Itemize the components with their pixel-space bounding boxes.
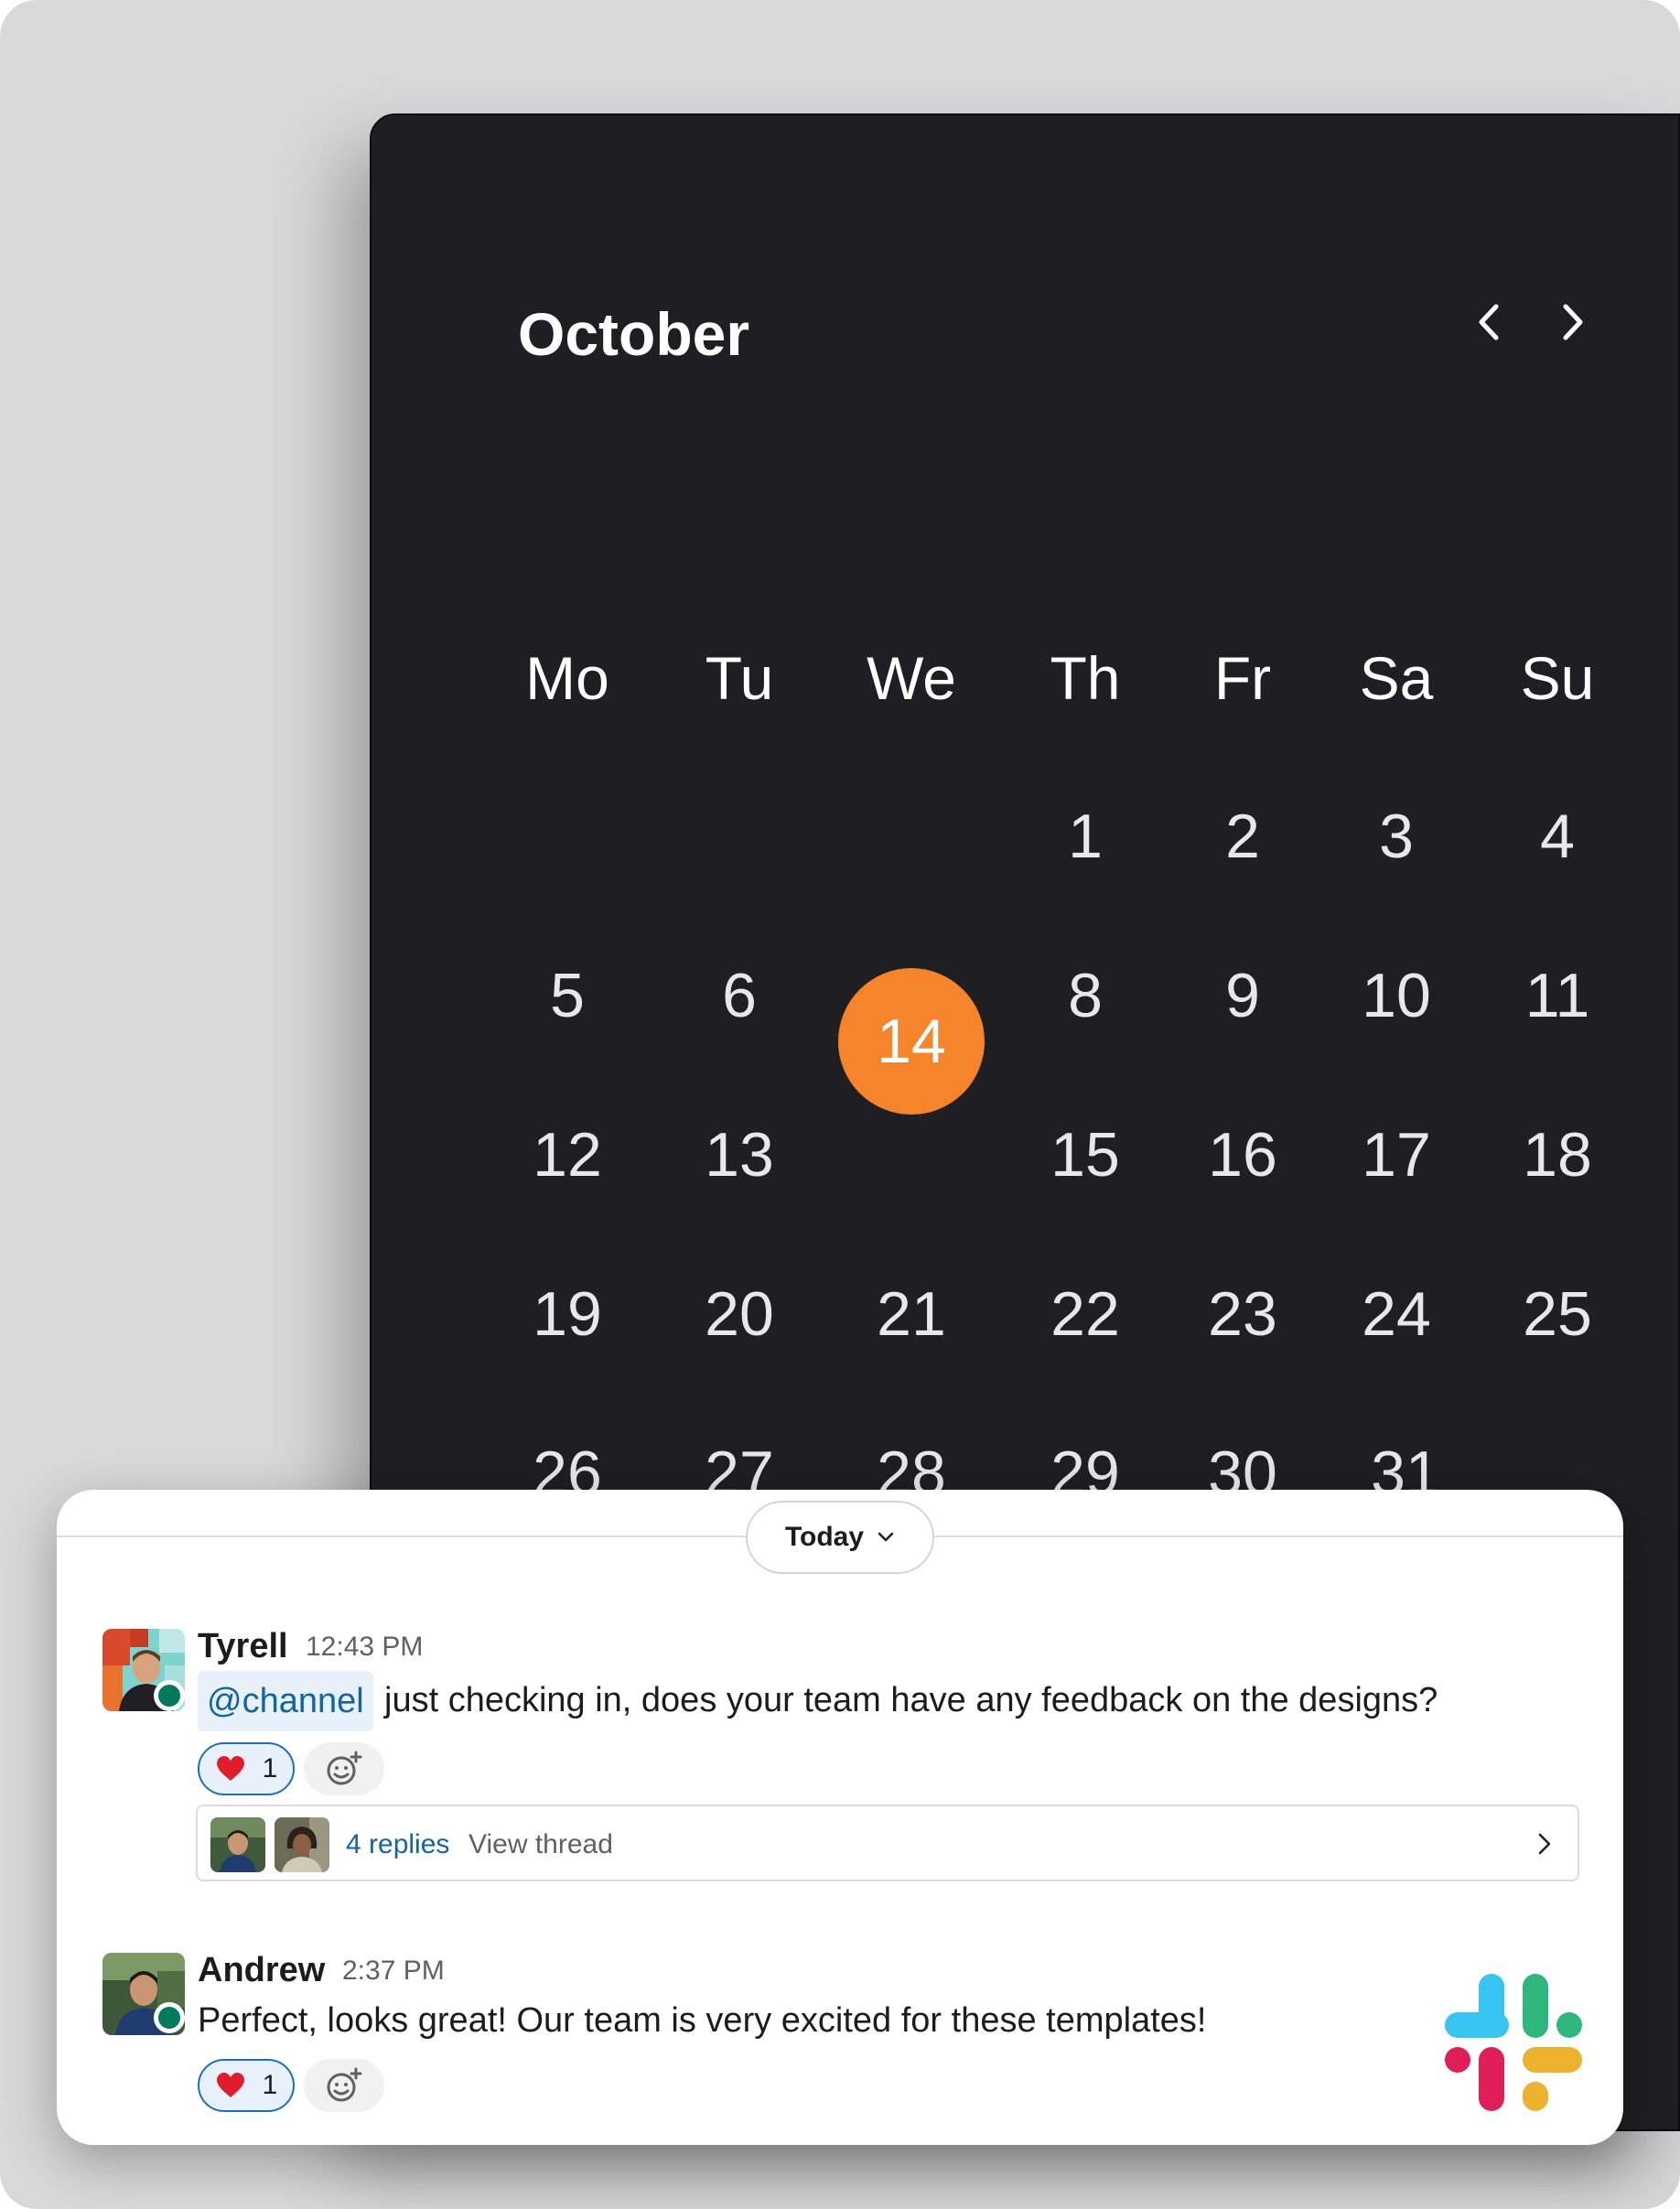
calendar-month-title: October — [518, 300, 750, 368]
calendar-day[interactable]: 19 — [499, 1283, 636, 1345]
calendar-day[interactable]: 13 — [671, 1124, 808, 1186]
thread-participant-avatar — [210, 1817, 265, 1872]
calendar-day[interactable]: 10 — [1328, 964, 1465, 1027]
calendar-day[interactable]: 5 — [499, 964, 636, 1027]
presence-online-indicator — [154, 1680, 185, 1711]
calendar-day[interactable]: 11 — [1489, 964, 1626, 1027]
view-thread-link[interactable]: View thread — [468, 1828, 613, 1861]
heart-icon — [216, 1756, 244, 1781]
avatar-photo-andrew — [210, 1817, 265, 1872]
weekday-monday: Mo — [525, 644, 609, 712]
date-divider-button[interactable]: Today — [746, 1501, 934, 1574]
channel-mention[interactable]: @channel — [198, 1671, 373, 1731]
calendar-day[interactable]: 17 — [1328, 1124, 1465, 1186]
reaction-count: 1 — [262, 1753, 278, 1783]
thread-replies-bar[interactable]: 4 replies View thread — [196, 1805, 1579, 1881]
calendar-day[interactable]: 9 — [1174, 964, 1311, 1027]
weekday-friday: Fr — [1213, 644, 1272, 712]
message-timestamp[interactable]: 12:43 PM — [306, 1633, 423, 1661]
thread-replies-count[interactable]: 4 replies — [346, 1828, 449, 1861]
chevron-down-icon — [878, 1532, 894, 1542]
message-author[interactable]: Tyrell — [198, 1629, 288, 1664]
add-emoji-icon — [327, 2067, 362, 2102]
calendar-day[interactable]: 16 — [1174, 1124, 1311, 1186]
chevron-right-icon — [1563, 304, 1583, 340]
calendar-day[interactable]: 21 — [843, 1283, 980, 1345]
weekday-tuesday: Tu — [705, 644, 774, 712]
date-divider-label: Today — [784, 1522, 865, 1552]
previous-month-button[interactable] — [1462, 295, 1517, 350]
calendar-day[interactable]: 4 — [1489, 805, 1626, 867]
calendar-day[interactable]: 2 — [1174, 805, 1311, 867]
calendar-day[interactable]: 15 — [1017, 1124, 1154, 1186]
heart-reaction-button[interactable]: 1 — [198, 2059, 295, 2112]
heart-reaction-button[interactable]: 1 — [198, 1742, 295, 1795]
calendar-day[interactable]: 6 — [671, 964, 808, 1027]
weekday-saturday: Sa — [1359, 644, 1434, 712]
reaction-count: 1 — [262, 2070, 278, 2100]
calendar-day[interactable]: 20 — [671, 1283, 808, 1345]
message-author[interactable]: Andrew — [198, 1953, 325, 1988]
chevron-left-icon — [1479, 304, 1499, 340]
slack-logo-icon — [1445, 1974, 1582, 2111]
presence-online-indicator — [154, 2002, 185, 2033]
weekday-sunday: Su — [1520, 644, 1595, 712]
calendar-day[interactable]: 18 — [1489, 1124, 1626, 1186]
calendar-day[interactable]: 23 — [1174, 1283, 1311, 1345]
next-month-button[interactable] — [1545, 295, 1599, 350]
calendar-day[interactable]: 22 — [1017, 1283, 1154, 1345]
add-emoji-icon — [327, 1751, 362, 1785]
weekday-wednesday: We — [867, 644, 956, 712]
add-reaction-button[interactable] — [304, 1742, 384, 1795]
add-reaction-button[interactable] — [304, 2059, 384, 2112]
chevron-right-icon — [1538, 1833, 1551, 1855]
chat-message-card: Today Tyrell 12:43 PM @channel just chec… — [57, 1490, 1623, 2145]
heart-icon — [216, 2073, 244, 2097]
calendar-day[interactable]: 8 — [1017, 964, 1154, 1027]
calendar-day-selected[interactable]: 14 — [838, 968, 985, 1115]
message-text: just checking in, does your team have an… — [384, 1681, 1438, 1719]
calendar-day[interactable]: 24 — [1328, 1283, 1465, 1345]
calendar-day[interactable]: 25 — [1489, 1283, 1626, 1345]
weekday-thursday: Th — [1050, 644, 1121, 712]
calendar-day[interactable]: 12 — [499, 1124, 636, 1186]
message-text: Perfect, looks great! Our team is very e… — [198, 2001, 1207, 2040]
calendar-day[interactable]: 3 — [1328, 805, 1465, 867]
calendar-day[interactable]: 1 — [1017, 805, 1154, 867]
message-timestamp[interactable]: 2:37 PM — [342, 1957, 445, 1985]
avatar-photo-participant — [275, 1817, 329, 1872]
thread-participant-avatar — [275, 1817, 329, 1872]
